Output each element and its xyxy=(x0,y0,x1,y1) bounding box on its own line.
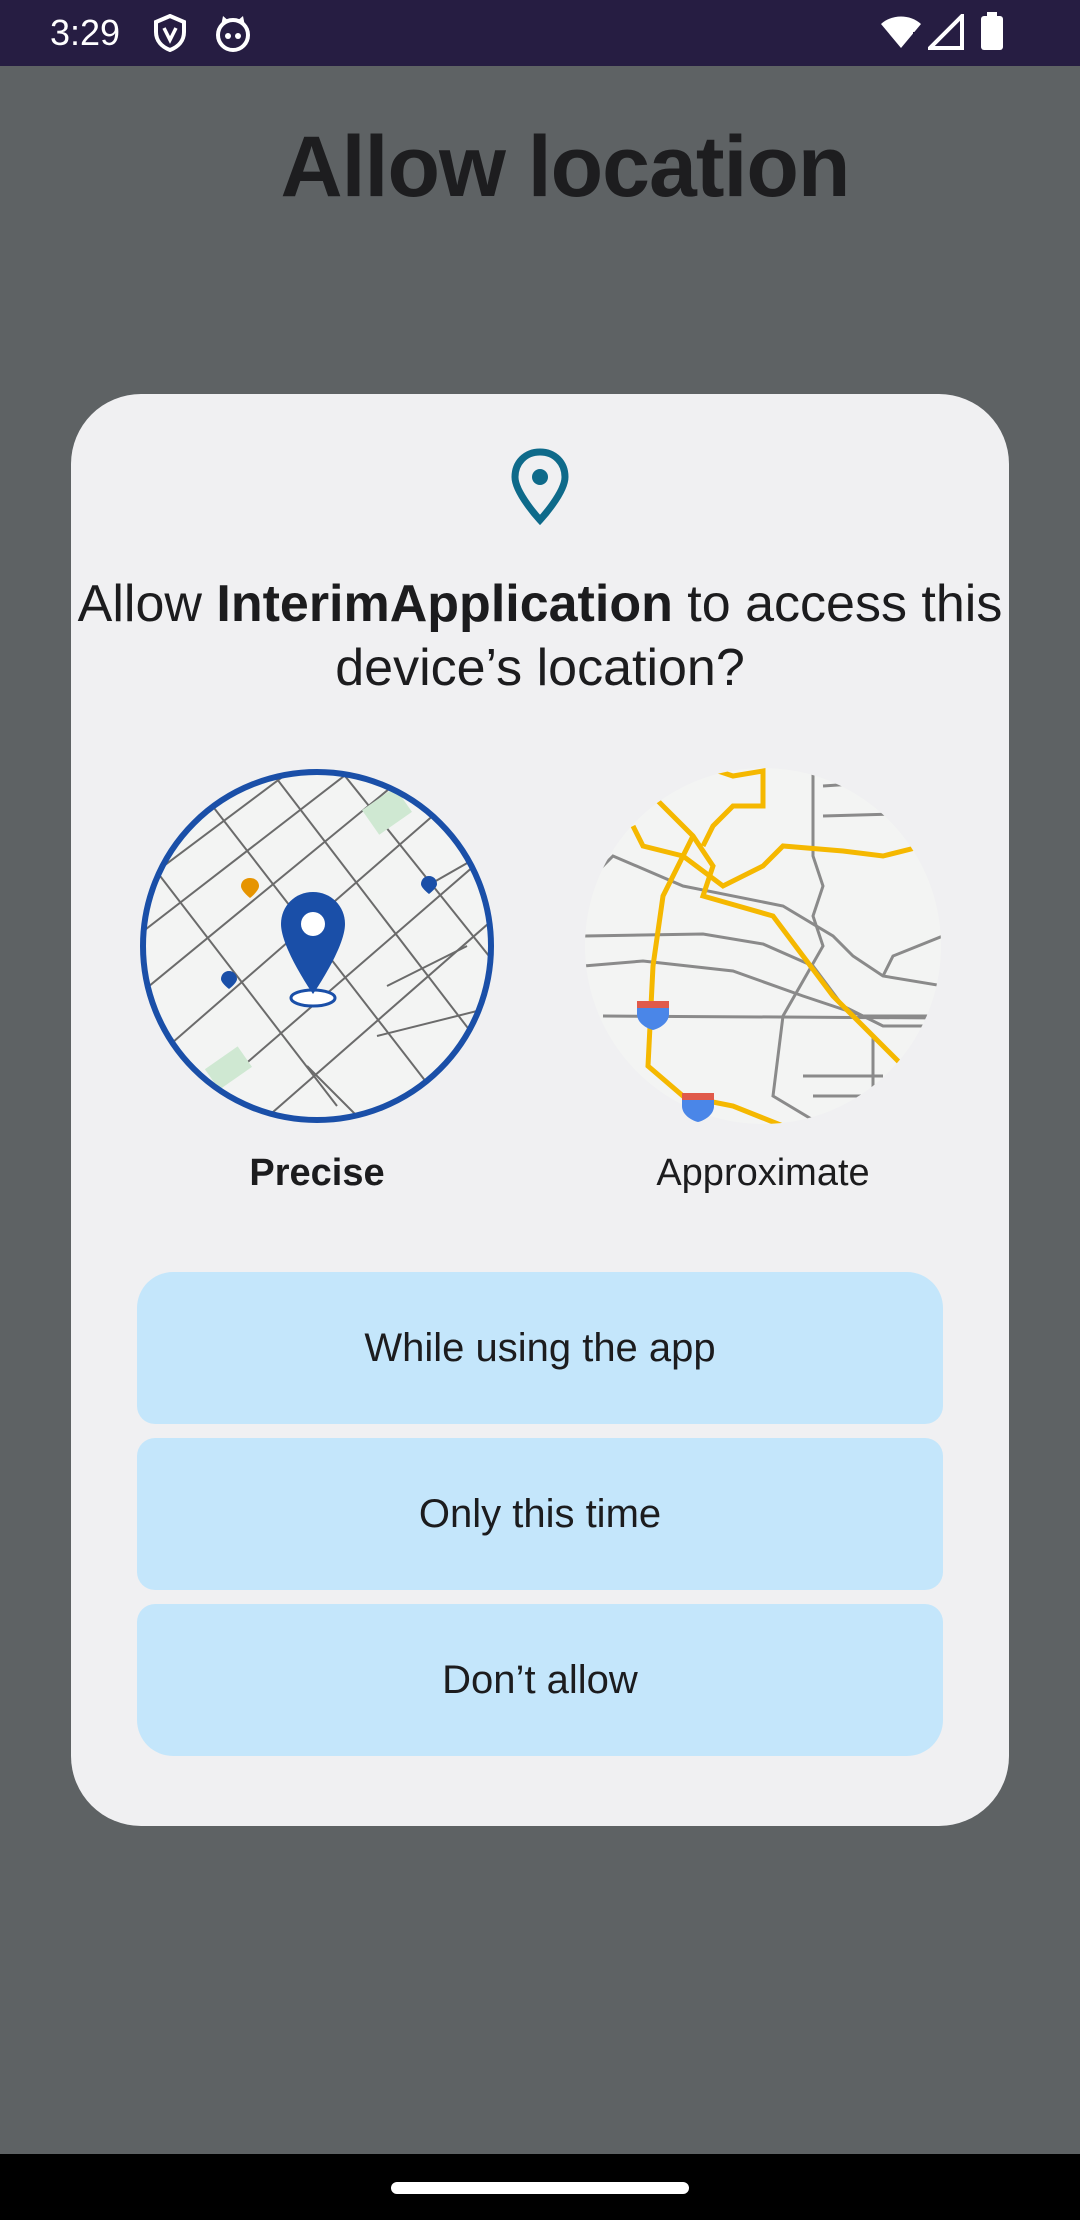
while-using-app-button[interactable]: While using the app xyxy=(137,1272,943,1424)
page-title: Allow location xyxy=(280,119,851,215)
precise-label: Precise xyxy=(249,1152,385,1194)
status-time: 3:29 xyxy=(50,12,121,53)
cat-icon xyxy=(214,14,252,57)
precise-map-icon xyxy=(140,769,494,1123)
approximate-map-icon xyxy=(585,768,941,1124)
battery-icon xyxy=(980,12,1004,55)
precise-option[interactable]: Precise xyxy=(137,766,497,1195)
home-gesture-handle[interactable] xyxy=(391,2182,689,2194)
status-bar: 3:29 xyxy=(0,0,1080,66)
dialog-title: Allow InterimApplication to access this … xyxy=(71,572,1009,700)
approximate-option[interactable]: Approximate xyxy=(583,766,943,1195)
location-pin-icon xyxy=(510,448,570,531)
cellular-signal-icon xyxy=(925,11,964,55)
wifi-icon xyxy=(880,14,922,55)
only-this-time-button[interactable]: Only this time xyxy=(137,1438,943,1590)
dont-allow-button[interactable]: Don’t allow xyxy=(137,1604,943,1756)
shield-icon xyxy=(152,13,188,57)
title-prefix: Allow xyxy=(77,575,217,633)
navigation-bar xyxy=(0,2154,1080,2220)
approximate-label: Approximate xyxy=(656,1152,870,1194)
app-name: InterimApplication xyxy=(216,575,673,633)
permission-dialog: Allow InterimApplication to access this … xyxy=(71,394,1009,1826)
